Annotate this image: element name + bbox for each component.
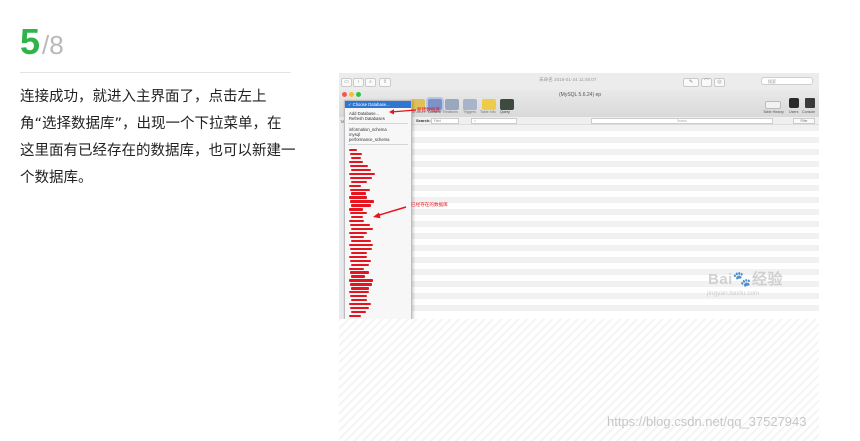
jingyan-watermark: jingyan.baidu.com: [707, 290, 760, 297]
existing-databases-annotation: 已经存在的数据库: [411, 202, 448, 207]
step-total: /8: [42, 30, 64, 60]
baidu-watermark: Bai🐾经验: [708, 271, 784, 288]
step-number: 5: [20, 21, 41, 62]
new-database-annotation: 新建数据库: [417, 107, 440, 112]
existing-databases-arrowhead: [373, 212, 381, 219]
step-divider: [20, 72, 291, 73]
new-database-arrowhead: [389, 109, 394, 115]
app-screenshot: ▭ ‹ ⌕ ⇧ 未命名 2016-01-24 11:49:07 ✎ ⌒ ◎ 搜索…: [339, 73, 819, 441]
new-database-arrow: [390, 109, 417, 113]
step-description: 连接成功，就进入主界面了，点击左上角“选择数据库”，出现一个下拉菜单，在这里面有…: [20, 89, 296, 186]
step-counter: 5 /8: [20, 24, 64, 60]
existing-databases-arrow: [375, 206, 407, 217]
csdn-watermark: https://blog.csdn.net/qq_37527943: [607, 414, 807, 429]
